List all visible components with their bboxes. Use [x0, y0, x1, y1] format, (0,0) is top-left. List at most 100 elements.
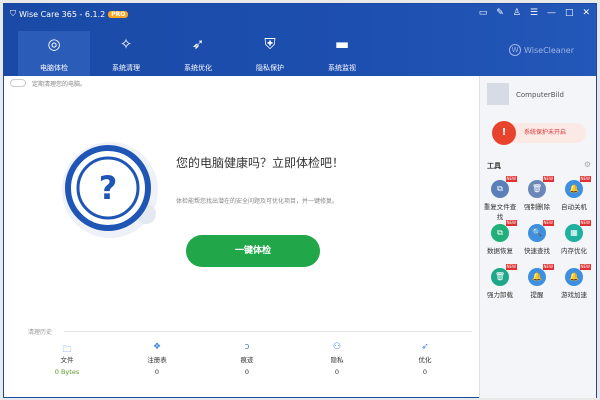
tab-checkup[interactable]: ◎ 电脑体检: [18, 31, 90, 76]
history-value: 0: [422, 368, 428, 376]
history-optimize: ➶ 优化 0: [395, 342, 455, 376]
monitor-icon: ▬: [334, 35, 350, 53]
history-label: 优化: [418, 356, 432, 364]
title-bar: ⛉ Wise Care 365 - 6.1.2 PRO: [10, 9, 129, 19]
broom-icon: ✧: [119, 35, 133, 53]
memory-icon: ▦ NEW: [565, 220, 591, 242]
tool-label: 内存优化: [561, 247, 587, 255]
rocket-icon: ➶: [191, 35, 205, 53]
skin-icon[interactable]: ♙: [513, 8, 521, 18]
data-recovery-icon: ⧉ NEW: [491, 220, 517, 242]
schedule-toggle-label: 定期清理您的电脑。: [32, 81, 87, 88]
tool-label: 强力卸载: [487, 291, 513, 299]
auto-shutdown-icon: 🔔 NEW: [565, 176, 591, 198]
history-value: 0: [154, 368, 160, 376]
fast-search-icon: 🔍 NEW: [528, 220, 554, 242]
app-logo-icon: ⛉: [10, 9, 16, 18]
question-mark-icon: ?: [99, 169, 118, 207]
tab-optimize[interactable]: ➶ 系统优化: [162, 31, 234, 76]
folder-icon: 🗀: [62, 345, 72, 355]
new-badge: NEW: [542, 264, 554, 270]
tool-item[interactable]: ⧉ NEW 数据恢复: [482, 220, 518, 255]
gear-icon[interactable]: ⚙: [584, 160, 591, 169]
footprint-icon: ↄ: [244, 342, 250, 352]
new-badge: NEW: [542, 176, 554, 182]
new-badge: NEW: [542, 220, 554, 226]
tab-cleanup[interactable]: ✧ 系统清理: [90, 31, 162, 76]
tool-item[interactable]: 🔍 NEW 快速查找: [519, 220, 555, 255]
minimize-button[interactable]: —: [547, 8, 556, 18]
tab-privacy[interactable]: ⛨ 隐私保护: [234, 31, 306, 76]
edit-icon[interactable]: ✎: [496, 8, 504, 18]
username[interactable]: ComputerBild: [516, 91, 564, 99]
tool-item[interactable]: 🗑 NEW 强制删除: [519, 176, 555, 211]
wisecleaner-logo[interactable]: W WiseCleaner: [509, 44, 574, 56]
history-files: 🗀 文件 0 Bytes: [37, 342, 97, 376]
tool-label: 提醒: [530, 291, 544, 299]
tab-label: 系统清理: [112, 64, 140, 72]
history-value: 0: [244, 368, 250, 376]
new-badge: NEW: [505, 220, 517, 226]
history-privacy: ⚇ 隐私 0: [307, 342, 367, 376]
tab-label: 系统监视: [328, 64, 356, 72]
tool-item[interactable]: 🔔 NEW 游戏加速: [556, 264, 592, 299]
new-badge: NEW: [579, 176, 591, 182]
target-icon: ◎: [47, 35, 61, 53]
menu-icon[interactable]: ☰: [530, 8, 538, 18]
main-panel: 定期清理您的电脑。 ? 您的电脑健康吗？立即体检吧！ 体检能帮您找出潜在的安全问…: [4, 76, 479, 398]
registry-icon: ❖: [152, 342, 162, 352]
rocket-icon: ➶: [421, 342, 429, 352]
tool-item[interactable]: 🔔 NEW 自动关机: [556, 176, 592, 211]
history-label: 痕迹: [240, 356, 254, 364]
new-badge: NEW: [505, 264, 517, 270]
force-delete-icon: 🗑 NEW: [528, 176, 554, 198]
header: ⛉ Wise Care 365 - 6.1.2 PRO ▭ ✎ ♙ ☰ — □ …: [4, 4, 596, 76]
tool-label: 重复文件查找: [483, 203, 517, 221]
tab-label: 电脑体检: [40, 64, 68, 72]
feedback-icon[interactable]: ▭: [479, 8, 488, 18]
history-label: 隐私: [330, 356, 344, 364]
health-check-illustration: ?: [62, 142, 158, 238]
schedule-toggle[interactable]: [10, 79, 26, 87]
user-icon: ⚇: [332, 342, 342, 352]
window-controls: ▭ ✎ ♙ ☰ — □ ✕: [479, 8, 590, 18]
avatar[interactable]: [487, 83, 509, 105]
history-label: 注册表: [147, 356, 167, 364]
wisecleaner-mark: W: [509, 44, 522, 56]
tool-label: 数据恢复: [487, 247, 513, 255]
maximize-button[interactable]: □: [565, 8, 574, 18]
new-badge: NEW: [579, 220, 591, 226]
shield-alert-icon: !: [492, 121, 516, 145]
duplicate-files-icon: ⧉ NEW: [491, 176, 517, 198]
tool-item[interactable]: 🔔 NEW 提醒: [519, 264, 555, 299]
scan-button[interactable]: 一键体检: [186, 235, 320, 267]
shield-lock-icon: ⛨: [264, 35, 276, 53]
sidebar: ComputerBild 系统保护未开启 ! 工具 ⚙ ⧉ NEW 重复文件查找 🗑 N…: [479, 76, 596, 398]
tool-item[interactable]: 🗑 NEW 强力卸载: [482, 264, 518, 299]
history-traces: ↄ 痕迹 0: [217, 342, 277, 376]
tab-label: 隐私保护: [256, 64, 284, 72]
history-value: 0: [334, 368, 340, 376]
close-button[interactable]: ✕: [582, 8, 590, 18]
tools-title: 工具: [487, 162, 501, 170]
tool-label: 强制删除: [524, 203, 550, 211]
brand-text: WiseCleaner: [524, 45, 574, 55]
new-badge: NEW: [505, 176, 517, 182]
tab-label: 系统优化: [184, 64, 212, 72]
new-badge: NEW: [579, 264, 591, 270]
history-title: 清理历史: [28, 329, 53, 336]
history-label: 文件: [60, 356, 74, 364]
app-window: ⛉ Wise Care 365 - 6.1.2 PRO ▭ ✎ ♙ ☰ — □ …: [3, 3, 597, 398]
game-boost-icon: 🔔 NEW: [565, 264, 591, 286]
tool-label: 自动关机: [561, 203, 587, 211]
subtitle: 体检能帮您找出潜在的安全问题及可优化项目，并一键修复。: [176, 198, 339, 205]
reminder-icon: 🔔 NEW: [528, 264, 554, 286]
tool-item[interactable]: ▦ NEW 内存优化: [556, 220, 592, 255]
uninstall-icon: 🗑 NEW: [491, 264, 517, 286]
tool-label: 快速查找: [524, 247, 550, 255]
divider: [64, 331, 472, 332]
tab-monitor[interactable]: ▬ 系统监视: [306, 31, 378, 76]
pro-badge: PRO: [108, 10, 129, 18]
tool-item[interactable]: ⧉ NEW 重复文件查找: [482, 176, 518, 221]
history-registry: ❖ 注册表 0: [127, 342, 187, 376]
